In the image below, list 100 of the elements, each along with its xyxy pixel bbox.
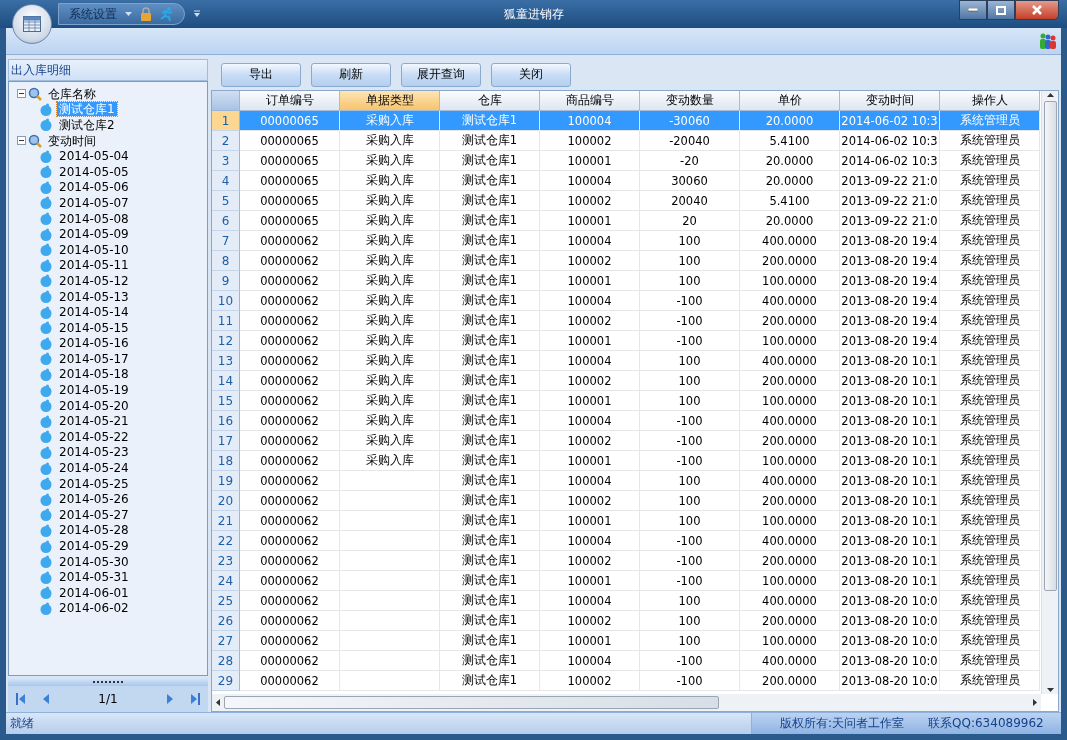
close-button[interactable] bbox=[1015, 0, 1059, 20]
tree-node[interactable]: 仓库名称 bbox=[46, 86, 98, 101]
tree-item[interactable]: 2014-05-12 bbox=[57, 273, 131, 288]
column-header[interactable]: 变动时间 bbox=[840, 91, 940, 111]
row-header[interactable]: 3 bbox=[212, 151, 240, 171]
users-icon[interactable] bbox=[1039, 33, 1057, 49]
minimize-button[interactable] bbox=[959, 0, 987, 20]
row-header[interactable]: 5 bbox=[212, 191, 240, 211]
row-header[interactable]: 10 bbox=[212, 291, 240, 311]
row-header[interactable]: 22 bbox=[212, 531, 240, 551]
collapse-icon[interactable] bbox=[17, 136, 26, 146]
row-header[interactable]: 7 bbox=[212, 231, 240, 251]
row-header[interactable]: 15 bbox=[212, 391, 240, 411]
tree-item[interactable]: 2014-05-22 bbox=[57, 429, 131, 444]
column-header[interactable]: 订单编号 bbox=[240, 91, 340, 111]
tree-item[interactable]: 2014-05-13 bbox=[57, 289, 131, 304]
row-header[interactable]: 12 bbox=[212, 331, 240, 351]
tree-item[interactable]: 2014-05-05 bbox=[57, 164, 131, 179]
table-cell: 400.0000 bbox=[740, 351, 840, 371]
row-header[interactable]: 14 bbox=[212, 371, 240, 391]
dropdown-icon[interactable] bbox=[125, 11, 132, 17]
app-menu-button[interactable] bbox=[12, 4, 52, 44]
row-header[interactable]: 24 bbox=[212, 571, 240, 591]
first-page-button[interactable] bbox=[14, 691, 28, 707]
tree-item[interactable]: 2014-06-01 bbox=[57, 585, 131, 600]
toolbar-button[interactable]: 刷新 bbox=[311, 62, 391, 87]
table-cell: 2013-08-20 10:1 bbox=[840, 451, 940, 471]
last-page-button[interactable] bbox=[188, 691, 202, 707]
tree-item[interactable]: 2014-05-15 bbox=[57, 320, 131, 335]
toolbar-button[interactable]: 展开查询 bbox=[401, 62, 481, 87]
table-cell: 采购入库 bbox=[340, 391, 440, 411]
row-header[interactable]: 20 bbox=[212, 491, 240, 511]
tree-item[interactable]: 2014-05-26 bbox=[57, 492, 131, 507]
row-header[interactable]: 13 bbox=[212, 351, 240, 371]
table-cell: 100 bbox=[640, 631, 740, 651]
tree-item[interactable]: 2014-05-07 bbox=[57, 195, 131, 210]
tree-item[interactable]: 测试仓库2 bbox=[57, 118, 117, 132]
tree-item[interactable]: 2014-05-10 bbox=[57, 242, 131, 257]
tree-item[interactable]: 2014-05-18 bbox=[57, 367, 131, 382]
tree-item[interactable]: 2014-05-17 bbox=[57, 351, 131, 366]
table-cell: -20040 bbox=[640, 131, 740, 151]
row-header[interactable]: 21 bbox=[212, 511, 240, 531]
row-header[interactable]: 29 bbox=[212, 671, 240, 691]
table-cell: 100 bbox=[640, 391, 740, 411]
tree-item[interactable]: 2014-05-27 bbox=[57, 507, 131, 522]
customize-icon[interactable] bbox=[193, 10, 201, 18]
row-header[interactable]: 25 bbox=[212, 591, 240, 611]
toolbar-button[interactable]: 关闭 bbox=[491, 62, 571, 87]
toolbar-button[interactable]: 导出 bbox=[221, 62, 301, 87]
lock-icon[interactable] bbox=[140, 7, 152, 21]
tree-item[interactable]: 2014-05-24 bbox=[57, 461, 131, 476]
table-cell: 2013-08-20 10:0 bbox=[840, 671, 940, 691]
tree-item[interactable]: 2014-05-20 bbox=[57, 398, 131, 413]
table-cell: 200.0000 bbox=[740, 251, 840, 271]
row-header[interactable]: 4 bbox=[212, 171, 240, 191]
horizontal-scrollbar[interactable] bbox=[212, 694, 1041, 711]
row-header[interactable]: 8 bbox=[212, 251, 240, 271]
column-header[interactable]: 操作人 bbox=[940, 91, 1040, 111]
row-header[interactable]: 11 bbox=[212, 311, 240, 331]
splitter-handle[interactable] bbox=[8, 678, 208, 686]
tree-item[interactable]: 2014-06-02 bbox=[57, 601, 131, 616]
row-header[interactable]: 6 bbox=[212, 211, 240, 231]
column-header[interactable]: 仓库 bbox=[440, 91, 540, 111]
row-header[interactable]: 26 bbox=[212, 611, 240, 631]
row-header[interactable]: 16 bbox=[212, 411, 240, 431]
tree-item[interactable]: 2014-05-11 bbox=[57, 258, 131, 273]
row-header[interactable]: 9 bbox=[212, 271, 240, 291]
tree-item[interactable]: 2014-05-31 bbox=[57, 570, 131, 585]
row-header[interactable]: 17 bbox=[212, 431, 240, 451]
tree-item[interactable]: 2014-05-06 bbox=[57, 180, 131, 195]
running-person-icon[interactable] bbox=[160, 7, 174, 21]
tree-item[interactable]: 2014-05-21 bbox=[57, 414, 131, 429]
tree-item[interactable]: 2014-05-29 bbox=[57, 539, 131, 553]
table-cell: 采购入库 bbox=[340, 111, 440, 131]
tree-item[interactable]: 2014-05-16 bbox=[57, 336, 131, 351]
tree-item[interactable]: 2014-05-14 bbox=[57, 305, 131, 320]
collapse-icon[interactable] bbox=[17, 89, 26, 99]
tree-item[interactable]: 2014-05-25 bbox=[57, 476, 131, 491]
tree-item[interactable]: 2014-05-28 bbox=[57, 523, 131, 538]
row-header[interactable]: 28 bbox=[212, 651, 240, 671]
column-header[interactable]: 商品编号 bbox=[540, 91, 640, 111]
row-header[interactable]: 23 bbox=[212, 551, 240, 571]
column-header[interactable]: 变动数量 bbox=[640, 91, 740, 111]
table-cell: 测试仓库1 bbox=[440, 551, 540, 571]
tree-item[interactable]: 2014-05-23 bbox=[57, 445, 131, 460]
column-header[interactable]: 单价 bbox=[740, 91, 840, 111]
tree-item[interactable]: 2014-05-19 bbox=[57, 383, 131, 398]
tree-item[interactable]: 2014-05-08 bbox=[57, 211, 131, 226]
row-header[interactable]: 27 bbox=[212, 631, 240, 651]
tree-node[interactable]: 变动时间 bbox=[46, 133, 98, 148]
vertical-scrollbar[interactable] bbox=[1041, 91, 1058, 694]
tree-item[interactable]: 2014-05-09 bbox=[57, 227, 131, 242]
row-header[interactable]: 1 bbox=[212, 111, 240, 131]
maximize-button[interactable] bbox=[987, 0, 1015, 20]
column-header[interactable]: 单据类型 bbox=[340, 91, 440, 111]
row-header[interactable]: 18 bbox=[212, 451, 240, 471]
row-header[interactable]: 2 bbox=[212, 131, 240, 151]
tree-item[interactable]: 2014-05-04 bbox=[57, 149, 131, 164]
tree-item[interactable]: 2014-05-30 bbox=[57, 554, 131, 569]
row-header[interactable]: 19 bbox=[212, 471, 240, 491]
